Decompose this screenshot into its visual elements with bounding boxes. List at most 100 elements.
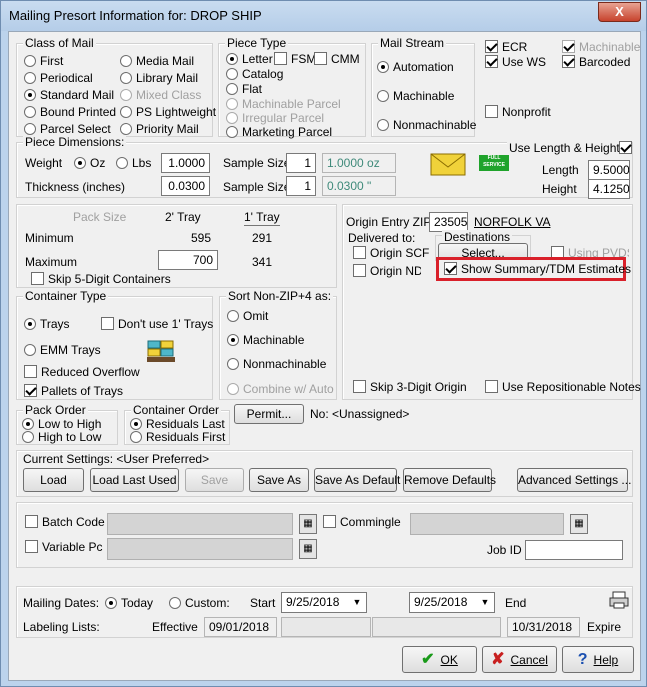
remove-defaults-button[interactable]: Remove Defaults <box>403 468 496 492</box>
radio-lbs[interactable]: Lbs <box>116 156 151 170</box>
radio-residuals-first[interactable]: Residuals First <box>130 430 225 444</box>
length-input[interactable]: 9.5000 <box>588 160 630 180</box>
job-id-input[interactable] <box>525 540 623 560</box>
end-label: End <box>505 596 527 610</box>
checkbox-skip-5digit[interactable]: Skip 5-Digit Containers <box>31 272 171 286</box>
end-date-dropdown[interactable]: 9/25/2018 ▼ <box>409 592 495 613</box>
radio-machinable-parcel[interactable]: Machinable Parcel <box>226 97 341 111</box>
radio-trays[interactable]: Trays <box>24 317 70 331</box>
sample-size-weight-input[interactable]: 1 <box>286 153 316 173</box>
radio-periodical[interactable]: Periodical <box>24 71 93 85</box>
checkbox-use-ws[interactable]: Use WS <box>485 55 546 69</box>
sample-size-thickness-input[interactable]: 1 <box>286 176 316 196</box>
height-input[interactable]: 4.1250 <box>588 179 630 199</box>
mailing-dates-label: Mailing Dates: <box>23 596 100 610</box>
start-date-dropdown[interactable]: 9/25/2018 ▼ <box>281 592 367 613</box>
effective-date-display: 09/01/2018 <box>204 617 277 637</box>
checkbox-pallets-of-trays[interactable]: Pallets of Trays <box>24 384 123 398</box>
checkbox-nonprofit[interactable]: Nonprofit <box>485 105 551 119</box>
radio-oz[interactable]: Oz <box>74 156 105 170</box>
radio-media-mail[interactable]: Media Mail <box>120 54 194 68</box>
radio-today[interactable]: Today <box>105 596 153 610</box>
help-button[interactable]: ? Help <box>562 646 634 673</box>
checkbox-batch-code[interactable]: Batch Code <box>25 515 105 529</box>
commingle-field[interactable] <box>410 513 564 535</box>
load-button[interactable]: Load <box>23 468 84 492</box>
weight-input[interactable]: 1.0000 <box>161 153 210 173</box>
radio-residuals-last[interactable]: Residuals Last <box>130 417 225 431</box>
radio-priority-mail[interactable]: Priority Mail <box>120 122 199 136</box>
advanced-settings-button[interactable]: Advanced Settings ... <box>517 468 631 492</box>
title-bar[interactable]: Mailing Presort Information for: DROP SH… <box>1 1 646 31</box>
checkbox-ecr[interactable]: ECR <box>485 40 527 54</box>
thickness-input[interactable]: 0.0300 <box>161 176 210 196</box>
radio-automation[interactable]: Automation <box>377 60 454 74</box>
print-icon[interactable] <box>609 591 629 609</box>
checkbox-reduced-overflow[interactable]: Reduced Overflow <box>24 365 140 379</box>
radio-emm-trays[interactable]: EMM Trays <box>24 343 101 357</box>
checkbox-skip-3digit[interactable]: Skip 3-Digit Origin <box>353 380 467 394</box>
radio-mixed-class[interactable]: Mixed Class <box>120 88 201 102</box>
sort-nonzip-group: Sort Non-ZIP+4 as: Omit Machinable Nonma… <box>219 289 337 400</box>
length-label: Length <box>542 163 579 177</box>
load-last-used-button[interactable]: Load Last Used <box>90 468 179 492</box>
radio-bound-printed[interactable]: Bound Printed <box>24 105 116 119</box>
dialog-client: Class of Mail First Periodical Standard … <box>8 31 641 681</box>
variable-pc-field[interactable] <box>107 538 293 560</box>
radio-stream-machinable[interactable]: Machinable <box>377 89 454 103</box>
cancel-x-icon: ✘ <box>491 651 505 668</box>
radio-custom[interactable]: Custom: <box>169 596 230 610</box>
checkbox-cmm[interactable]: CMM <box>314 52 360 66</box>
radio-letter[interactable]: Letter <box>226 52 273 66</box>
min-tray1-value: 291 <box>252 231 273 245</box>
checkbox-machinable[interactable]: Machinable <box>562 40 640 54</box>
checkbox-fsm[interactable]: FSM <box>274 52 316 66</box>
chevron-down-icon: ▼ <box>352 597 362 607</box>
radio-sort-nonmachinable[interactable]: Nonmachinable <box>227 357 326 371</box>
radio-high-to-low[interactable]: High to Low <box>22 430 101 444</box>
batch-calculator-icon[interactable]: ▦ <box>299 514 317 534</box>
checkbox-repositionable-notes[interactable]: Use Repositionable Notes <box>485 380 641 394</box>
checkbox-origin-ndc[interactable]: Origin NDC <box>353 264 421 278</box>
sort-nonzip-label: Sort Non-ZIP+4 as: <box>226 289 334 303</box>
mail-stream-group: Mail Stream Automation Machinable Nonmac… <box>371 36 476 137</box>
radio-flat[interactable]: Flat <box>226 82 262 96</box>
radio-omit[interactable]: Omit <box>227 309 268 323</box>
permit-button[interactable]: Permit... <box>234 404 304 424</box>
radio-sort-machinable[interactable]: Machinable <box>227 333 304 347</box>
checkbox-use-length-height[interactable] <box>619 141 636 155</box>
radio-parcel-select[interactable]: Parcel Select <box>24 122 111 136</box>
checkbox-barcoded[interactable]: Barcoded <box>562 55 630 69</box>
radio-low-to-high[interactable]: Low to High <box>22 417 101 431</box>
tray2-header: 2' Tray <box>165 210 201 224</box>
current-settings-label: Current Settings: <User Preferred> <box>23 452 210 466</box>
radio-first[interactable]: First <box>24 54 63 68</box>
radio-stream-nonmachinable[interactable]: Nonmachinable <box>377 118 476 132</box>
radio-irregular-parcel[interactable]: Irregular Parcel <box>226 111 324 125</box>
variable-pc-calculator-icon[interactable]: ▦ <box>299 539 317 559</box>
save-as-button[interactable]: Save As <box>249 468 309 492</box>
checkbox-origin-scf[interactable]: Origin SCF <box>353 246 429 260</box>
ok-button[interactable]: ✔ OK <box>402 646 477 673</box>
origin-city-link[interactable]: NORFOLK VA <box>474 215 550 229</box>
radio-catalog[interactable]: Catalog <box>226 67 283 81</box>
checkbox-dont-use-1-trays[interactable]: Don't use 1' Trays <box>101 317 213 331</box>
close-button[interactable]: X <box>598 2 641 22</box>
permit-value: No: <Unassigned> <box>310 407 410 421</box>
radio-standard-mail[interactable]: Standard Mail <box>24 88 114 102</box>
radio-combine-auto[interactable]: Combine w/ Auto <box>227 382 334 396</box>
save-button[interactable]: Save <box>185 468 244 492</box>
cancel-button[interactable]: ✘ Cancel <box>482 646 557 673</box>
commingle-calculator-icon[interactable]: ▦ <box>570 514 588 534</box>
radio-ps-lightweight[interactable]: PS Lightweight <box>120 105 216 119</box>
batch-code-field[interactable] <box>107 513 293 535</box>
save-as-default-button[interactable]: Save As Default <box>314 468 400 492</box>
checkbox-show-summary[interactable]: Show Summary/TDM Estimates <box>444 262 631 276</box>
checkbox-commingle[interactable]: Commingle <box>323 515 401 529</box>
checkbox-variable-pc[interactable]: Variable Pc <box>25 540 102 554</box>
piece-type-label: Piece Type <box>225 36 289 50</box>
radio-marketing-parcel[interactable]: Marketing Parcel <box>226 125 332 139</box>
max-tray2-input[interactable]: 700 <box>158 250 218 270</box>
origin-zip-input[interactable]: 23505 <box>429 212 468 232</box>
radio-library-mail[interactable]: Library Mail <box>120 71 198 85</box>
